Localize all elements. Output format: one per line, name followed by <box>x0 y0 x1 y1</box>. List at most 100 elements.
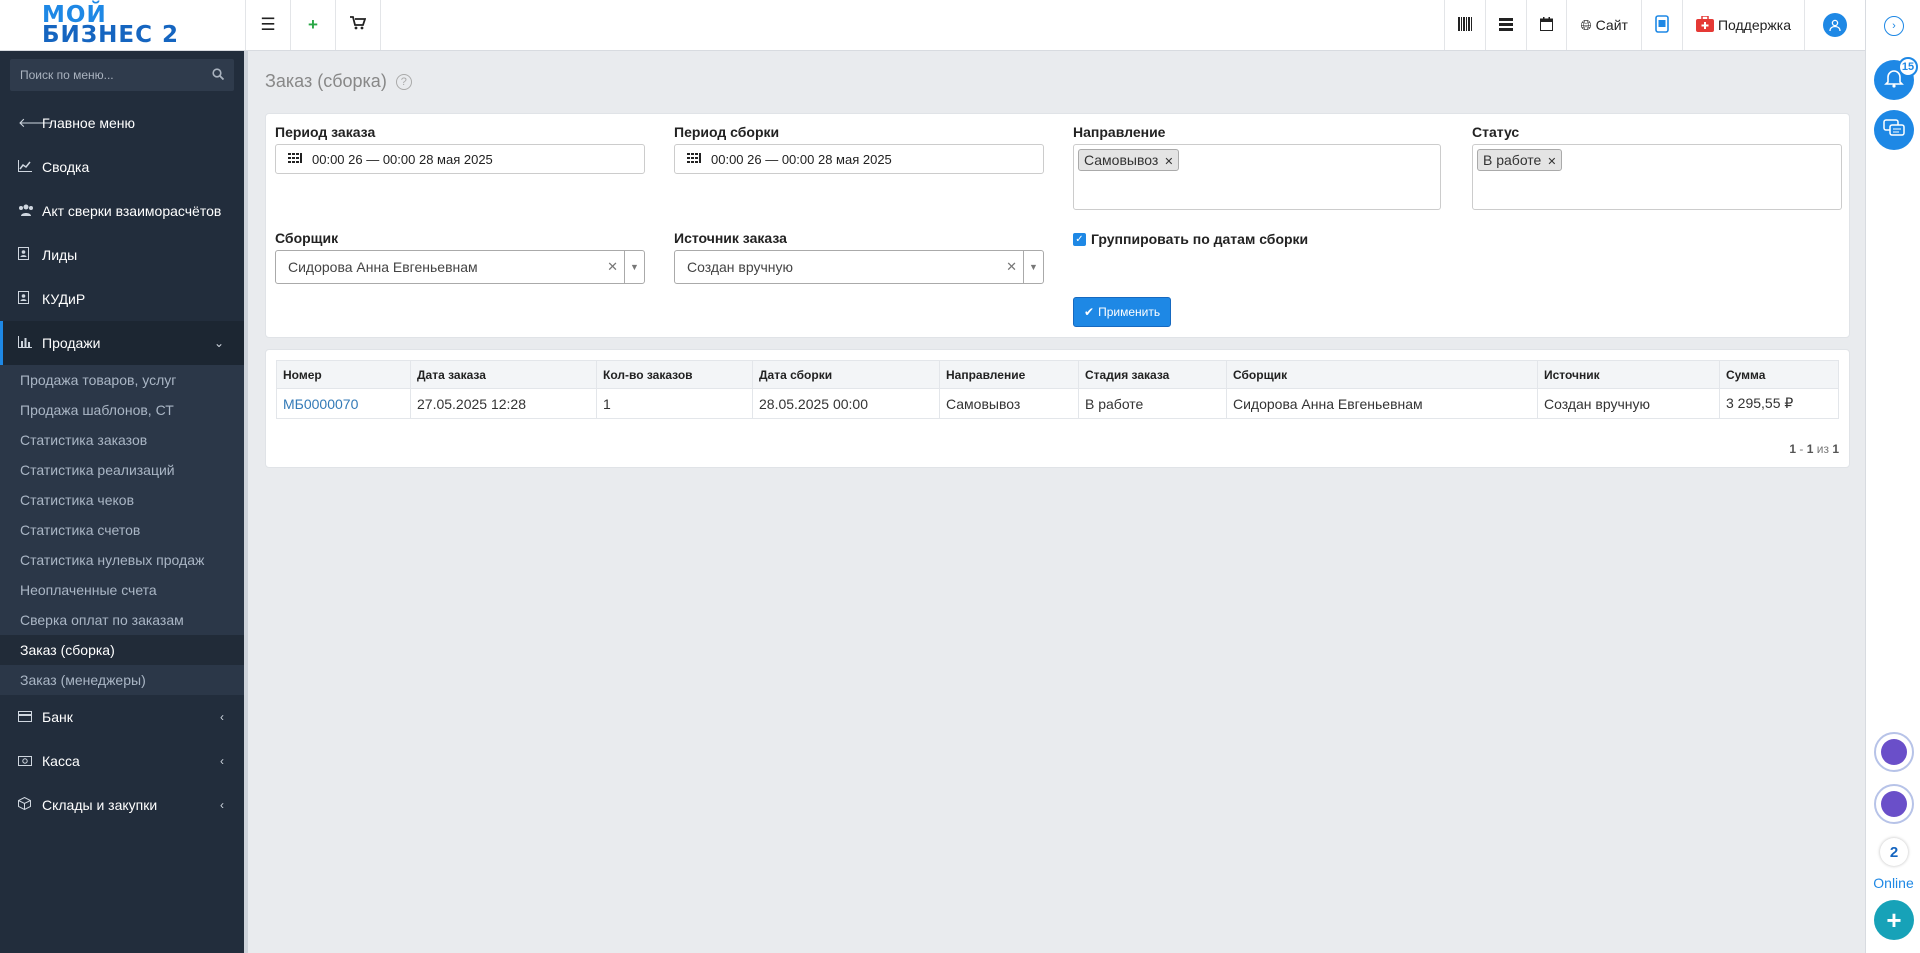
list-button[interactable] <box>1485 0 1526 50</box>
col-header-assembly-date[interactable]: Дата сборки <box>752 360 940 389</box>
submenu-item-realization-stats[interactable]: Статистика реализаций <box>0 455 244 485</box>
sidebar-item-kudir[interactable]: КУДиР <box>0 277 244 321</box>
col-header-direction[interactable]: Направление <box>939 360 1079 389</box>
remove-tag-icon[interactable]: ✕ <box>1547 156 1556 168</box>
calendar-grid-icon <box>288 152 302 166</box>
source-label: Источник заказа <box>674 230 787 246</box>
cell-order-date: 27.05.2025 12:28 <box>410 388 597 419</box>
add-button[interactable]: + <box>291 0 336 50</box>
apply-button[interactable]: ✔ Применить <box>1073 297 1172 327</box>
submenu-item-order-assembly[interactable]: Заказ (сборка) <box>0 635 244 665</box>
plus-icon: + <box>308 15 318 34</box>
col-header-source[interactable]: Источник <box>1537 360 1720 389</box>
direction-tag-text: Самовывоз <box>1084 152 1159 168</box>
assembler-label: Сборщик <box>275 230 339 246</box>
submenu-item-unpaid-invoices[interactable]: Неоплаченные счета <box>0 575 244 605</box>
menu-search-input[interactable] <box>20 68 212 82</box>
source-select[interactable]: Создан вручную ✕ ▼ <box>674 250 1044 284</box>
collapse-rail-button[interactable]: › <box>1884 16 1904 36</box>
sidebar-item-label: Главное меню <box>42 115 136 131</box>
direction-label: Направление <box>1073 124 1166 140</box>
submenu-item-receipt-stats[interactable]: Статистика чеков <box>0 485 244 515</box>
col-header-sum[interactable]: Сумма <box>1719 360 1839 389</box>
order-period-input[interactable]: 00:00 26 — 00:00 28 мая 2025 <box>275 144 645 174</box>
online-user-avatar[interactable] <box>1874 732 1914 772</box>
quick-add-button[interactable]: + <box>1874 900 1914 940</box>
sidebar-item-summary[interactable]: Сводка <box>0 145 244 189</box>
sidebar-item-sales[interactable]: Продажи ⌄ <box>0 321 244 365</box>
col-header-orders-count[interactable]: Кол-во заказов <box>596 360 753 389</box>
support-label: Поддержка <box>1717 17 1791 33</box>
pagination-info: 1 - 1 из 1 <box>1789 442 1839 456</box>
remove-tag-icon[interactable]: ✕ <box>1164 156 1173 168</box>
direction-group: Направление Самовывоз ✕ <box>1073 124 1441 210</box>
sidebar-item-label: Сводка <box>42 159 90 175</box>
sidebar-item-cash[interactable]: Касса ‹ <box>0 739 244 783</box>
chevron-down-icon: ⌄ <box>213 336 224 350</box>
submenu-item-payment-reconciliation[interactable]: Сверка оплат по заказам <box>0 605 244 635</box>
order-number-link[interactable]: МБ0000070 <box>283 396 358 412</box>
caret-down-icon[interactable]: ▼ <box>624 251 644 283</box>
direction-multiselect[interactable]: Самовывоз ✕ <box>1073 144 1441 210</box>
menu-toggle-button[interactable]: ☰ <box>246 0 291 50</box>
sidebar-item-warehouses[interactable]: Склады и закупки ‹ <box>0 783 244 827</box>
online-label: Online <box>1873 875 1914 891</box>
cash-icon <box>18 754 42 769</box>
help-icon[interactable]: ? <box>395 74 412 90</box>
users-icon <box>18 204 42 219</box>
support-button[interactable]: Поддержка <box>1681 0 1804 50</box>
clear-icon[interactable]: ✕ <box>607 259 618 275</box>
col-header-stage[interactable]: Стадия заказа <box>1078 360 1227 389</box>
sidebar-resize-handle[interactable] <box>244 51 248 953</box>
submenu-item-zero-sales-stats[interactable]: Статистика нулевых продаж <box>0 545 244 575</box>
menu-search <box>10 59 234 91</box>
assembler-select[interactable]: Сидорова Анна Евгеньевнам ✕ ▼ <box>275 250 645 284</box>
calendar-button[interactable] <box>1526 0 1566 50</box>
online-count: 2 <box>1880 838 1908 866</box>
sales-submenu: Продажа товаров, услуг Продажа шаблонов,… <box>0 365 244 695</box>
profile-button[interactable] <box>1804 0 1865 50</box>
assembly-period-group: Период сборки 00:00 26 — 00:00 28 мая 20… <box>674 124 1044 174</box>
chat-button[interactable] <box>1874 110 1914 150</box>
logo[interactable]: МОЙ БИЗНЕС 2 <box>0 0 246 50</box>
sidebar-item-main-menu[interactable]: 🡐 Главное меню <box>0 101 244 145</box>
submenu-item-sales-templates[interactable]: Продажа шаблонов, СТ <box>0 395 244 425</box>
group-by-date-checkbox[interactable]: ✓ Группировать по датам сборки <box>1073 231 1308 247</box>
barcode-button[interactable] <box>1444 0 1485 50</box>
chevron-right-icon: › <box>1892 20 1896 32</box>
line-chart-icon <box>18 159 42 175</box>
pager-sep: из <box>1816 442 1829 456</box>
cart-button[interactable] <box>336 0 381 50</box>
submenu-item-invoice-stats[interactable]: Статистика счетов <box>0 515 244 545</box>
sidebar-item-leads[interactable]: Лиды <box>0 233 244 277</box>
status-multiselect[interactable]: В работе ✕ <box>1472 144 1842 210</box>
check-icon: ✔ <box>1084 305 1095 319</box>
order-period-group: Период заказа 00:00 26 — 00:00 28 мая 20… <box>275 124 645 174</box>
submenu-item-order-managers[interactable]: Заказ (менеджеры) <box>0 665 244 695</box>
site-link[interactable]: 🌐︎ Сайт <box>1566 0 1641 50</box>
user-icon <box>1823 13 1847 37</box>
sidebar-item-reconciliation[interactable]: Акт сверки взаиморасчётов <box>0 189 244 233</box>
page-title-text: Заказ (сборка) <box>265 71 387 91</box>
mobile-app-button[interactable] <box>1640 0 1682 50</box>
avatar-image-icon <box>1881 739 1907 765</box>
assembly-period-label: Период сборки <box>674 124 780 140</box>
barcode-icon <box>1458 16 1473 34</box>
online-user-avatar[interactable] <box>1874 784 1914 824</box>
table-header-row: Номер Дата заказа Кол-во заказов Дата сб… <box>276 360 1839 389</box>
assembly-period-input[interactable]: 00:00 26 — 00:00 28 мая 2025 <box>674 144 1044 174</box>
clear-icon[interactable]: ✕ <box>1006 259 1017 275</box>
submenu-item-sales-goods[interactable]: Продажа товаров, услуг <box>0 365 244 395</box>
status-group: Статус В работе ✕ <box>1472 124 1842 210</box>
col-header-number[interactable]: Номер <box>276 360 411 389</box>
cell-sum: 3 295,55 ₽ <box>1719 388 1839 419</box>
col-header-assembler[interactable]: Сборщик <box>1226 360 1538 389</box>
checkmark-icon[interactable]: ✓ <box>1073 232 1086 246</box>
search-icon[interactable] <box>212 67 225 83</box>
status-tag: В работе ✕ <box>1477 149 1563 171</box>
submenu-item-order-stats[interactable]: Статистика заказов <box>0 425 244 455</box>
col-header-order-date[interactable]: Дата заказа <box>410 360 597 389</box>
sidebar-item-bank[interactable]: Банк ‹ <box>0 695 244 739</box>
sidebar-item-label: Лиды <box>42 247 78 263</box>
caret-down-icon[interactable]: ▼ <box>1023 251 1043 283</box>
